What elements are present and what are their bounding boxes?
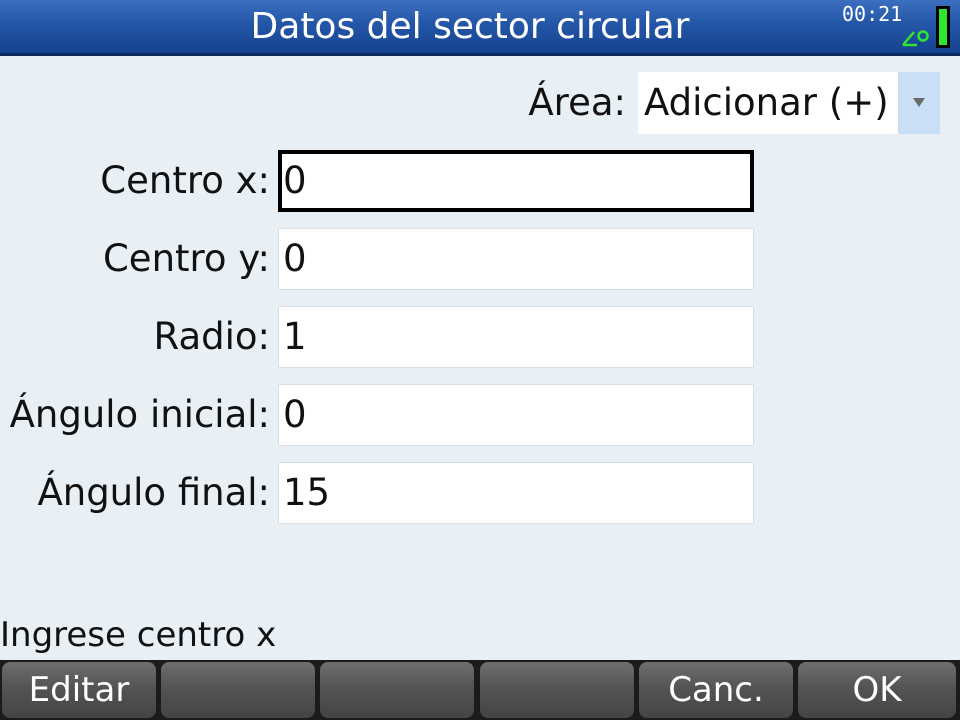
area-select-value: Adicionar (+) bbox=[644, 81, 889, 124]
chevron-down-icon bbox=[913, 98, 925, 107]
centro-x-input[interactable]: 0 bbox=[278, 150, 754, 212]
angulo-inicial-label: Ángulo inicial: bbox=[9, 393, 270, 436]
softkey-2[interactable] bbox=[161, 662, 315, 718]
softkey-4[interactable] bbox=[480, 662, 634, 718]
help-text: Ingrese centro x bbox=[0, 615, 277, 655]
area-dropdown-button[interactable] bbox=[898, 72, 940, 134]
angle-degree-icon bbox=[902, 30, 929, 47]
centro-x-label: Centro x: bbox=[100, 159, 270, 202]
area-label: Área: bbox=[528, 81, 626, 124]
softkey-cancel[interactable]: Canc. bbox=[639, 662, 793, 718]
angulo-final-input[interactable]: 15 bbox=[278, 462, 754, 524]
angulo-final-label: Ángulo final: bbox=[37, 471, 270, 514]
softkey-bar: Editar Canc. OK bbox=[0, 660, 960, 720]
softkey-editar[interactable]: Editar bbox=[2, 662, 156, 718]
centro-y-input[interactable]: 0 bbox=[278, 228, 754, 290]
centro-y-label: Centro y: bbox=[102, 237, 270, 280]
angulo-inicial-input[interactable]: 0 bbox=[278, 384, 754, 446]
window-title: Datos del sector circular bbox=[250, 6, 690, 47]
clock: 00:21 bbox=[842, 2, 903, 26]
softkey-ok[interactable]: OK bbox=[798, 662, 956, 718]
battery-icon bbox=[936, 6, 950, 48]
softkey-3[interactable] bbox=[320, 662, 474, 718]
radio-label: Radio: bbox=[153, 315, 270, 358]
area-select[interactable]: Adicionar (+) bbox=[638, 72, 940, 134]
title-bar: Datos del sector circular 00:21 bbox=[0, 0, 960, 56]
radio-input[interactable]: 1 bbox=[278, 306, 754, 368]
